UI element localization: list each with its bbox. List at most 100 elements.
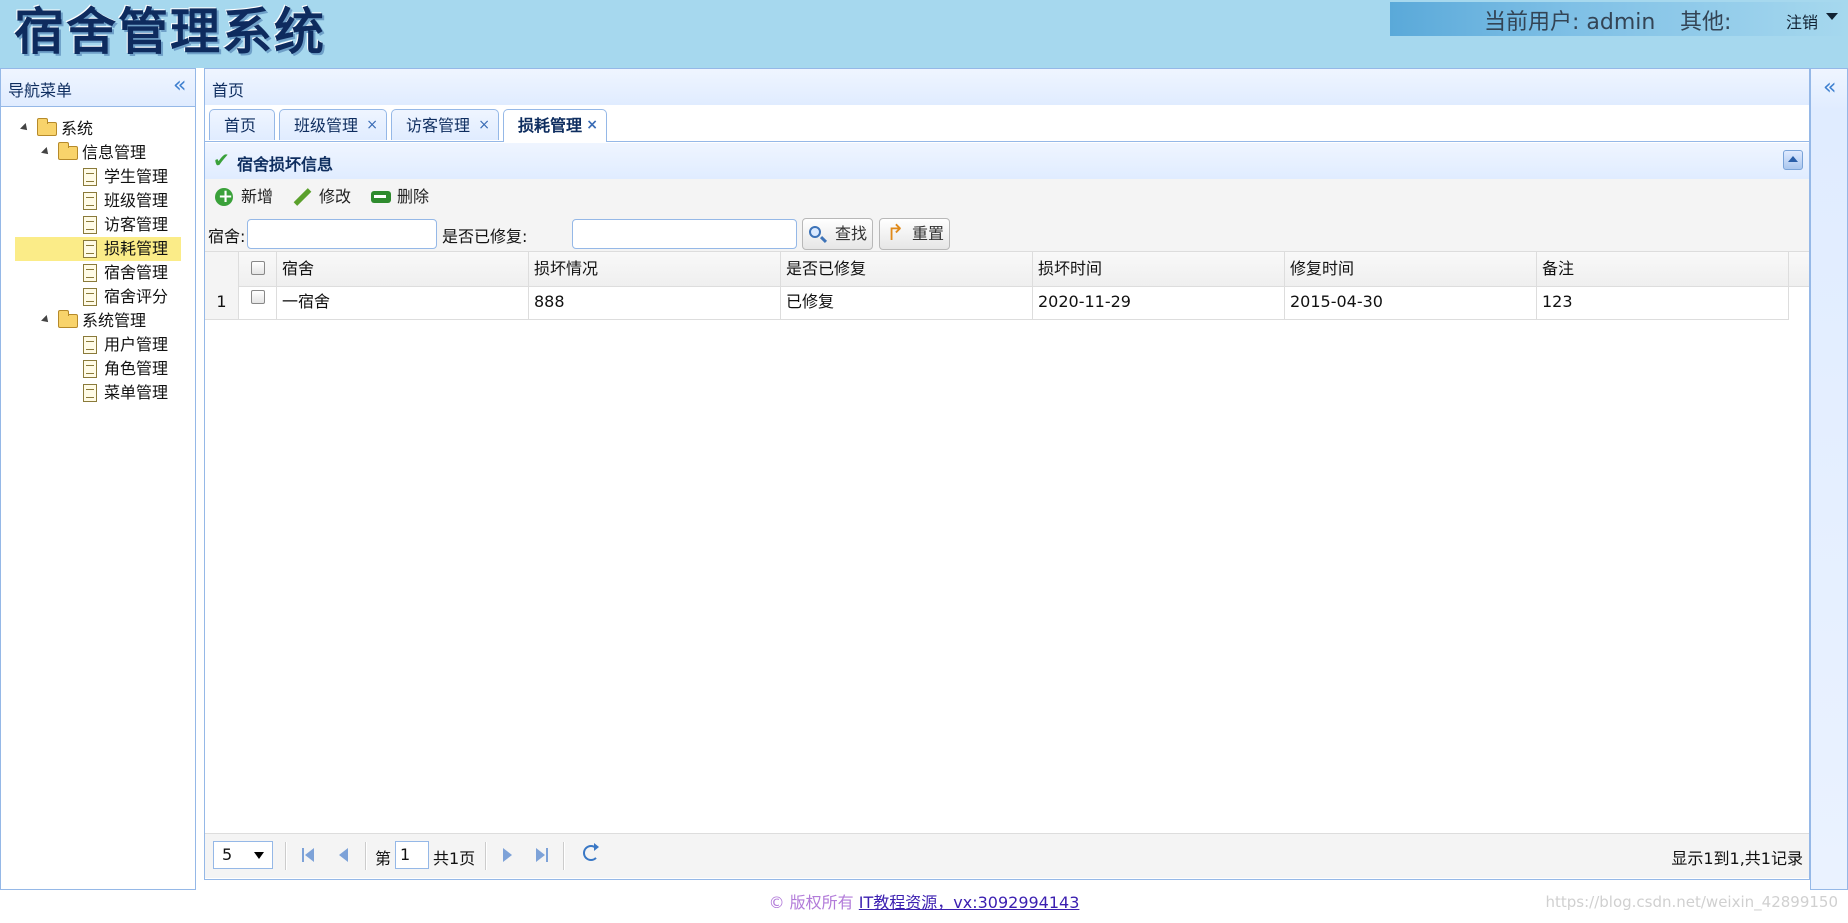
sidebar-item-menus[interactable]: 菜单管理	[15, 381, 181, 405]
sidebar-item-visitor[interactable]: 访客管理	[15, 213, 181, 237]
file-icon	[83, 216, 97, 234]
file-icon	[83, 336, 97, 354]
sidebar-item-label: 宿舍评分	[104, 287, 169, 306]
watermark: https://blog.csdn.net/weixin_42899150	[1545, 893, 1838, 911]
divider	[485, 842, 487, 870]
sidebar-item-rating[interactable]: 宿舍评分	[15, 285, 181, 309]
logout-link[interactable]: 注销	[1786, 9, 1818, 33]
sidebar-item-class[interactable]: 班级管理	[15, 189, 181, 213]
damage-grid: 宿舍 损坏情况 是否已修复 损坏时间 修复时间 备注 1 一宿舍 888 已修复…	[205, 251, 1809, 831]
column-header[interactable]: 宿舍	[277, 252, 529, 286]
row-number: 1	[205, 285, 239, 319]
tab-label: 首页	[224, 116, 257, 135]
tab-label: 损耗管理	[518, 116, 583, 135]
tab-label: 班级管理	[294, 116, 359, 135]
file-icon	[83, 384, 97, 402]
row-checkbox[interactable]	[251, 290, 265, 304]
tree-node-system[interactable]: 系统	[15, 117, 185, 141]
add-button[interactable]: 新增	[215, 183, 277, 211]
reset-button[interactable]: ↱ 重置	[879, 218, 950, 250]
sidebar-item-dorm[interactable]: 宿舍管理	[15, 261, 181, 285]
table-cell: 123	[1537, 285, 1789, 319]
table-cell: 2020-11-29	[1033, 285, 1285, 319]
user-bar: 当前用户: admin 其他: 注销	[1390, 2, 1848, 36]
edit-button[interactable]: 修改	[293, 183, 355, 211]
other-label: 其他:	[1680, 10, 1732, 35]
column-header[interactable]: 损坏情况	[529, 252, 781, 286]
dorm-search-input[interactable]	[247, 219, 437, 249]
sidebar-item-label: 学生管理	[104, 167, 169, 186]
tree-node-label: 信息管理	[82, 143, 147, 162]
expand-icon[interactable]	[41, 147, 51, 157]
sidebar-item-label: 宿舍管理	[104, 263, 169, 282]
record-info: 显示1到1,共1记录	[1671, 849, 1803, 868]
select-all-checkbox[interactable]	[251, 261, 265, 275]
last-page-icon[interactable]	[536, 848, 545, 862]
center-panel: 首页 首页 班级管理 × 访客管理 × 损耗管理 × ✔ 宿舍损坏信息 新增	[204, 68, 1810, 880]
first-page-icon[interactable]	[305, 848, 314, 862]
tab-home[interactable]: 首页	[209, 109, 275, 140]
damage-panel-title: 宿舍损坏信息	[237, 155, 334, 174]
find-button[interactable]: 查找	[802, 218, 873, 250]
file-icon	[83, 168, 97, 186]
tab-damage[interactable]: 损耗管理 ×	[503, 109, 607, 142]
sidebar-item-label: 损耗管理	[104, 239, 169, 258]
chevron-down-icon[interactable]	[1826, 13, 1838, 20]
delete-button[interactable]: 删除	[371, 183, 433, 211]
prev-page-icon[interactable]	[339, 848, 348, 862]
footer-link[interactable]: IT教程资源，vx:3092994143	[859, 893, 1080, 912]
page-total: 共1页	[433, 849, 476, 868]
tab-label: 访客管理	[406, 116, 471, 135]
file-icon	[83, 360, 97, 378]
folder-icon	[58, 310, 78, 328]
close-icon[interactable]: ×	[478, 110, 490, 141]
column-header[interactable]: 损坏时间	[1033, 252, 1285, 286]
pencil-icon	[293, 188, 311, 206]
file-icon	[83, 264, 97, 282]
column-header[interactable]: 修复时间	[1285, 252, 1537, 286]
sidebar-item-roles[interactable]: 角色管理	[15, 357, 181, 381]
sidebar-item-users[interactable]: 用户管理	[15, 333, 181, 357]
tab-class[interactable]: 班级管理 ×	[279, 109, 387, 140]
pagination-bar: 5 第 1 共1页 显示1到1,共1记录	[205, 833, 1809, 878]
column-header[interactable]: 是否已修复	[781, 252, 1033, 286]
tree-node-sysmgmt[interactable]: 系统管理	[15, 309, 185, 333]
tab-bar: 首页 班级管理 × 访客管理 × 损耗管理 ×	[205, 105, 1809, 142]
page-size-value: 5	[222, 845, 233, 864]
repaired-search-input[interactable]	[572, 219, 797, 249]
page-prefix: 第	[375, 849, 392, 868]
folder-icon	[58, 142, 78, 160]
expand-icon[interactable]	[41, 315, 51, 325]
double-chevron-left-icon[interactable]: «	[173, 75, 186, 97]
edit-button-label: 修改	[319, 187, 352, 206]
table-cell: 一宿舍	[277, 285, 529, 319]
column-header[interactable]: 备注	[1537, 252, 1789, 286]
chevron-down-icon	[254, 852, 264, 859]
sidebar-item-label: 菜单管理	[104, 383, 169, 402]
page-number-input[interactable]: 1	[395, 841, 429, 869]
file-icon	[83, 240, 97, 258]
refresh-icon[interactable]	[583, 843, 599, 861]
close-icon[interactable]: ×	[586, 110, 598, 141]
collapse-panel-button[interactable]	[1783, 150, 1803, 170]
delete-button-label: 删除	[397, 187, 430, 206]
tree-node-label: 系统管理	[82, 311, 147, 330]
tree-node-info[interactable]: 信息管理	[15, 141, 185, 165]
sidebar-item-student[interactable]: 学生管理	[15, 165, 181, 189]
sidebar-item-damage[interactable]: 损耗管理	[15, 237, 181, 261]
table-row[interactable]: 1 一宿舍 888 已修复 2020-11-29 2015-04-30 123	[205, 285, 1789, 320]
page-size-select[interactable]: 5	[213, 841, 273, 869]
table-cell: 已修复	[781, 285, 1033, 319]
center-header: 首页	[205, 69, 1809, 106]
expand-icon[interactable]	[20, 123, 30, 133]
next-page-icon[interactable]	[503, 848, 512, 862]
grid-header: 宿舍 损坏情况 是否已修复 损坏时间 修复时间 备注	[205, 251, 1809, 287]
copyright-text: © 版权所有	[768, 893, 854, 912]
file-icon	[83, 288, 97, 306]
sidebar-item-label: 角色管理	[104, 359, 169, 378]
double-chevron-left-icon[interactable]: «	[1823, 75, 1836, 100]
nav-title: 导航菜单	[8, 81, 73, 100]
current-user: 当前用户: admin	[1484, 10, 1656, 35]
tab-visitor[interactable]: 访客管理 ×	[391, 109, 499, 140]
close-icon[interactable]: ×	[366, 110, 378, 141]
